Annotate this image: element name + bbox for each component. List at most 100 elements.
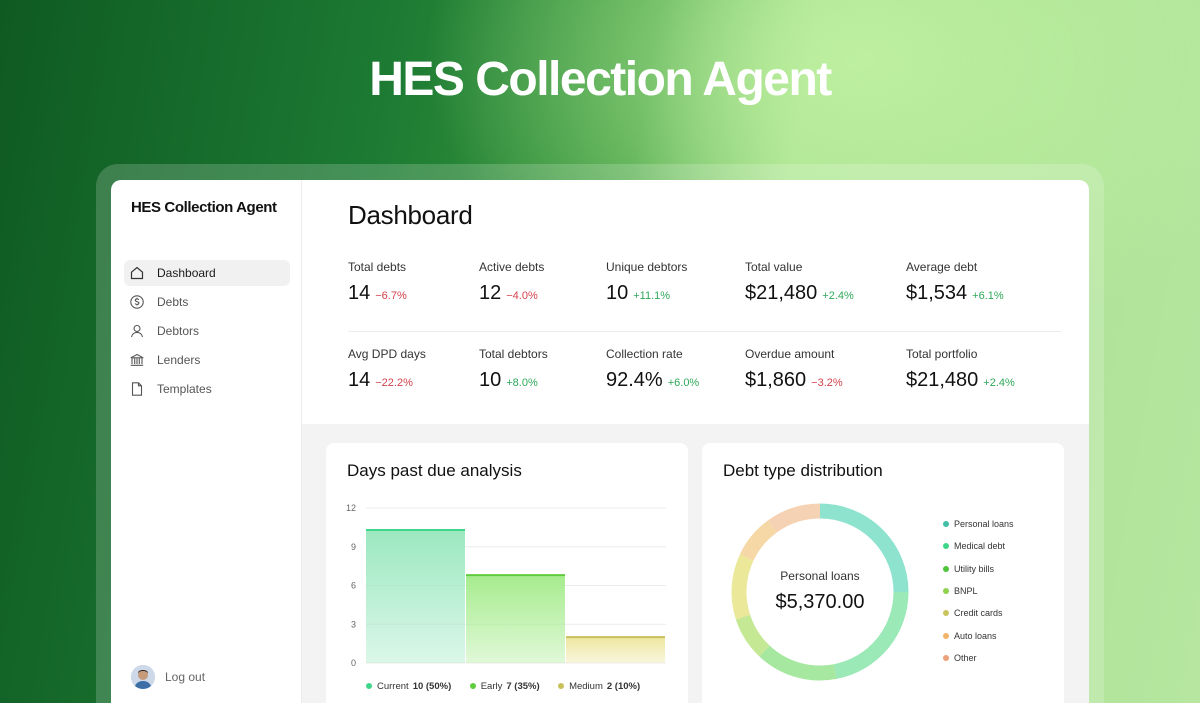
stat-delta: −6.7% xyxy=(375,290,407,302)
sidebar-nav: Dashboard Debts Debtors Lenders Template… xyxy=(124,260,290,405)
dollar-circle-icon xyxy=(129,294,145,310)
sidebar-item-label: Dashboard xyxy=(157,266,216,280)
legend-label: Other xyxy=(954,652,977,663)
stat-label: Collection rate xyxy=(606,347,683,361)
sidebar: HES Collection Agent Dashboard Debts Deb… xyxy=(111,180,302,703)
sidebar-item-label: Templates xyxy=(157,382,212,396)
distribution-legend: Personal loans Medical debt Utility bill… xyxy=(943,513,1014,669)
stat-value: 92.4% xyxy=(606,369,663,391)
legend-label: Medical debt xyxy=(954,541,1006,552)
legend-dot xyxy=(943,588,949,595)
dpd-analysis-card: Days past due analysis 0 3 6 9 12 Current 10 … xyxy=(326,443,688,703)
legend-label: Current xyxy=(377,680,409,692)
stat-label: Avg DPD days xyxy=(348,347,426,361)
stat-total-debtors: Total debtors 10 +8.0% xyxy=(479,347,606,392)
sidebar-item-templates[interactable]: Templates xyxy=(124,376,290,402)
sidebar-item-lenders[interactable]: Lenders xyxy=(124,347,290,373)
user-icon xyxy=(129,323,145,339)
donut-center-value: $5,370.00 xyxy=(775,591,865,613)
stat-label: Average debt xyxy=(906,260,978,274)
legend-item-auto-loans: Auto loans xyxy=(943,624,1014,646)
stat-value: 12 xyxy=(479,282,502,304)
stat-overdue-amount: Overdue amount $1,860 −3.2% xyxy=(745,347,906,392)
charts-section: Days past due analysis 0 3 6 9 12 Current 10 … xyxy=(302,424,1089,703)
logout-label: Log out xyxy=(165,670,206,684)
stat-label: Total debtors xyxy=(479,347,548,361)
legend-dot xyxy=(943,543,949,550)
legend-item-medium: Medium 2 (10%) xyxy=(558,681,640,692)
slice-auto-loans[interactable] xyxy=(739,520,778,561)
stat-value: $21,480 xyxy=(906,369,979,391)
stat-delta: −4.0% xyxy=(506,290,538,302)
bar-early[interactable] xyxy=(466,575,565,663)
legend-count: 2 (10%) xyxy=(606,680,641,692)
sidebar-item-debts[interactable]: Debts xyxy=(124,289,290,315)
legend-dot xyxy=(943,654,949,661)
slice-utility-bills[interactable] xyxy=(759,645,837,681)
page-title: Dashboard xyxy=(348,200,473,230)
legend-dot xyxy=(558,683,565,689)
stat-delta: +6.1% xyxy=(972,290,1004,302)
dpd-legend: Current 10 (50%) Early 7 (35%) Medium 2 (10… xyxy=(366,676,654,694)
stat-collection-rate: Collection rate 92.4% +6.0% xyxy=(606,347,745,392)
sidebar-item-debtors[interactable]: Debtors xyxy=(124,318,290,344)
home-icon xyxy=(129,265,145,281)
legend-count: 10 (50%) xyxy=(412,680,452,692)
legend-item-current: Current 10 (50%) xyxy=(366,681,451,692)
stat-delta: −3.2% xyxy=(811,377,843,389)
stat-total-portfolio: Total portfolio $21,480 +2.4% xyxy=(906,347,1046,392)
y-tick-label: 12 xyxy=(346,503,356,513)
legend-item-other: Other xyxy=(943,647,1014,669)
document-icon xyxy=(129,381,145,397)
legend-dot xyxy=(366,683,372,689)
stat-delta: +2.4% xyxy=(983,377,1015,389)
legend-item-credit-cards: Credit cards xyxy=(943,602,1014,624)
slice-other[interactable] xyxy=(767,503,821,533)
legend-label: Utility bills xyxy=(954,563,995,574)
legend-label: Credit cards xyxy=(954,608,1003,619)
slice-bnpl[interactable] xyxy=(735,614,770,657)
legend-dot xyxy=(943,565,949,572)
stat-delta: +2.4% xyxy=(822,290,854,302)
stat-value: 10 xyxy=(606,282,629,304)
sidebar-item-label: Debts xyxy=(157,295,189,309)
stat-value: 14 xyxy=(348,369,371,391)
brand-name: HES Collection Agent xyxy=(131,199,277,216)
stat-total-value: Total value $21,480 +2.4% xyxy=(745,260,906,305)
bar-medium[interactable] xyxy=(566,637,665,663)
sidebar-item-dashboard[interactable]: Dashboard xyxy=(124,260,290,286)
stat-unique-debtors: Unique debtors 10 +11.1% xyxy=(606,260,745,305)
legend-dot xyxy=(943,610,949,617)
stats-divider xyxy=(348,331,1061,332)
stat-label: Active debts xyxy=(479,260,545,274)
stat-avg-dpd-days: Avg DPD days 14 −22.2% xyxy=(348,347,479,392)
stat-value: $1,534 xyxy=(906,282,968,304)
stat-label: Total debts xyxy=(348,260,407,274)
stat-value: 14 xyxy=(348,282,371,304)
stat-active-debts: Active debts 12 −4.0% xyxy=(479,260,606,305)
legend-label: Personal loans xyxy=(954,519,1014,530)
y-tick-label: 9 xyxy=(351,542,356,552)
sidebar-item-label: Lenders xyxy=(157,353,201,367)
stats-row-2: Avg DPD days 14 −22.2% Total debtors 10 +8… xyxy=(348,347,1061,392)
stat-delta: +11.1% xyxy=(633,290,671,302)
stat-value: 10 xyxy=(479,369,502,391)
legend-dot xyxy=(943,632,949,639)
app-window: HES Collection Agent Dashboard Debts Deb… xyxy=(111,180,1089,703)
stat-delta: +6.0% xyxy=(667,377,700,389)
logout-button[interactable]: Log out xyxy=(131,665,205,689)
legend-label: Auto loans xyxy=(954,630,997,641)
stat-label: Total value xyxy=(745,260,803,274)
stat-value: $21,480 xyxy=(745,282,818,304)
avatar xyxy=(131,665,155,689)
legend-dot xyxy=(469,683,476,689)
legend-label: Early xyxy=(480,680,503,692)
sidebar-item-label: Debtors xyxy=(157,324,200,338)
stat-delta: −22.2% xyxy=(375,377,413,389)
stat-label: Unique debtors xyxy=(606,260,688,274)
y-tick-label: 0 xyxy=(351,658,356,668)
legend-item-early: Early 7 (35%) xyxy=(469,680,540,692)
stat-total-debts: Total debts 14 −6.7% xyxy=(348,260,479,305)
dpd-bar-chart: 0 3 6 9 12 xyxy=(346,503,666,668)
bar-current[interactable] xyxy=(366,529,465,663)
